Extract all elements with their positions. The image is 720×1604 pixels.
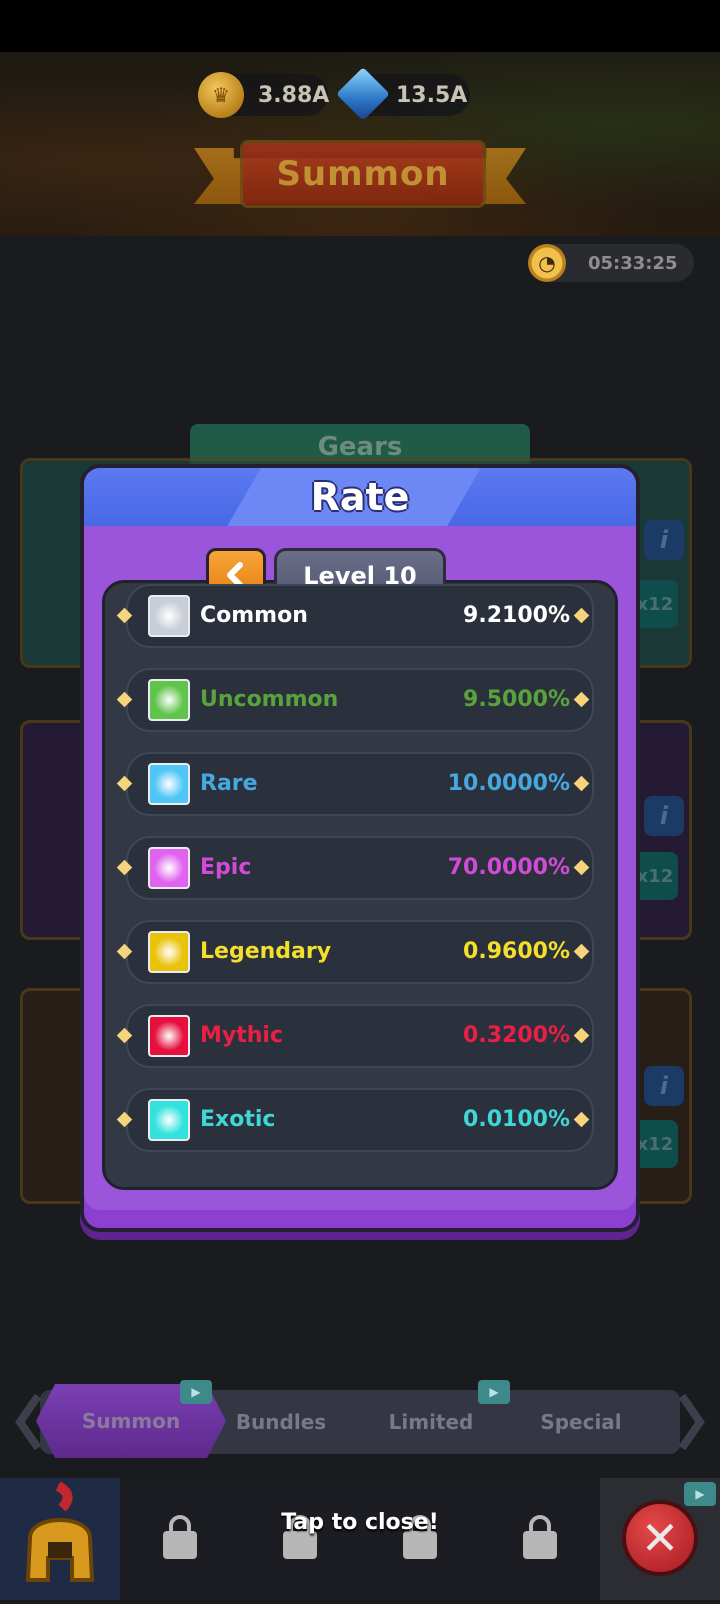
nav-slot-4[interactable] <box>360 1478 480 1600</box>
lock-icon <box>403 1515 437 1559</box>
rarity-row: Exotic 0.0100% <box>126 1088 594 1152</box>
rarity-name: Legendary <box>200 939 332 964</box>
rarity-row: Mythic 0.3200% <box>126 1004 594 1068</box>
rate-dialog-header: Rate <box>84 468 636 526</box>
rarity-swatch <box>148 679 190 721</box>
event-timer: ◔ 05:33:25 <box>528 244 694 282</box>
tab-limited-label: Limited <box>388 1410 474 1434</box>
multiplier-label: x12 <box>636 865 674 887</box>
rarity-rate: 10.0000% <box>447 771 570 796</box>
timer-value: 05:33:25 <box>588 252 678 274</box>
tab-summon-label: Summon <box>81 1409 181 1433</box>
rarity-rate: 70.0000% <box>447 855 570 880</box>
tab-special-label: Special <box>540 1410 622 1434</box>
rarity-row: Rare 10.0000% <box>126 752 594 816</box>
chevron-right-icon[interactable] <box>676 1392 706 1452</box>
rarity-rate: 0.3200% <box>463 1023 570 1048</box>
page-title-banner: Summon <box>240 140 486 208</box>
rarity-name: Mythic <box>200 1023 283 1048</box>
lock-icon <box>163 1515 197 1559</box>
rarity-name: Rare <box>200 771 258 796</box>
tap-to-close-hint[interactable]: Tap to close! <box>0 1510 720 1535</box>
rarity-swatch <box>148 847 190 889</box>
rarity-swatch <box>148 1099 190 1141</box>
nav-slot-3[interactable] <box>240 1478 360 1600</box>
rarity-rate: 0.0100% <box>463 1107 570 1132</box>
rarity-name: Common <box>200 603 308 628</box>
rarity-rate: 9.5000% <box>463 687 570 712</box>
rarity-rate: 0.9600% <box>463 939 570 964</box>
gem-value: 13.5A <box>396 82 468 108</box>
rarity-swatch <box>148 763 190 805</box>
rarity-row: Epic 70.0000% <box>126 836 594 900</box>
tab-bundles[interactable]: Bundles <box>206 1390 356 1454</box>
spartan-helmet-icon <box>25 1481 95 1582</box>
lock-icon <box>283 1515 317 1559</box>
info-button[interactable]: i <box>644 796 684 836</box>
rarity-name: Epic <box>200 855 252 880</box>
rarity-row: Uncommon 9.5000% <box>126 668 594 732</box>
crown-coin-icon: ♛ <box>198 72 244 118</box>
status-bar <box>0 0 720 52</box>
info-icon: i <box>659 1072 669 1100</box>
rarity-name: Uncommon <box>200 687 339 712</box>
dialog-title: Rate <box>310 475 410 519</box>
info-button[interactable]: i <box>644 1066 684 1106</box>
video-ad-icon: ▶ <box>684 1482 716 1506</box>
info-button[interactable]: i <box>644 520 684 560</box>
rarity-row: Common 9.2100% <box>126 584 594 648</box>
tab-bundles-label: Bundles <box>235 1410 327 1434</box>
rarity-swatch <box>148 931 190 973</box>
rarity-row: Legendary 0.9600% <box>126 920 594 984</box>
info-icon: i <box>659 526 669 554</box>
multiplier-label: x12 <box>636 593 674 615</box>
page-title: Summon <box>276 154 450 194</box>
tab-special[interactable]: Special <box>506 1390 656 1454</box>
multiplier-label: x12 <box>636 1133 674 1155</box>
rarity-name: Exotic <box>200 1107 276 1132</box>
clock-icon: ◔ <box>528 244 566 282</box>
info-icon: i <box>659 802 669 830</box>
nav-slot-5[interactable] <box>480 1478 600 1600</box>
rarity-swatch <box>148 1015 190 1057</box>
rarity-swatch <box>148 595 190 637</box>
rarity-rate: 9.2100% <box>463 603 570 628</box>
nav-hero[interactable] <box>0 1478 120 1600</box>
lock-icon <box>523 1515 557 1559</box>
nav-slot-2[interactable] <box>120 1478 240 1600</box>
coin-value: 3.88A <box>258 82 330 108</box>
